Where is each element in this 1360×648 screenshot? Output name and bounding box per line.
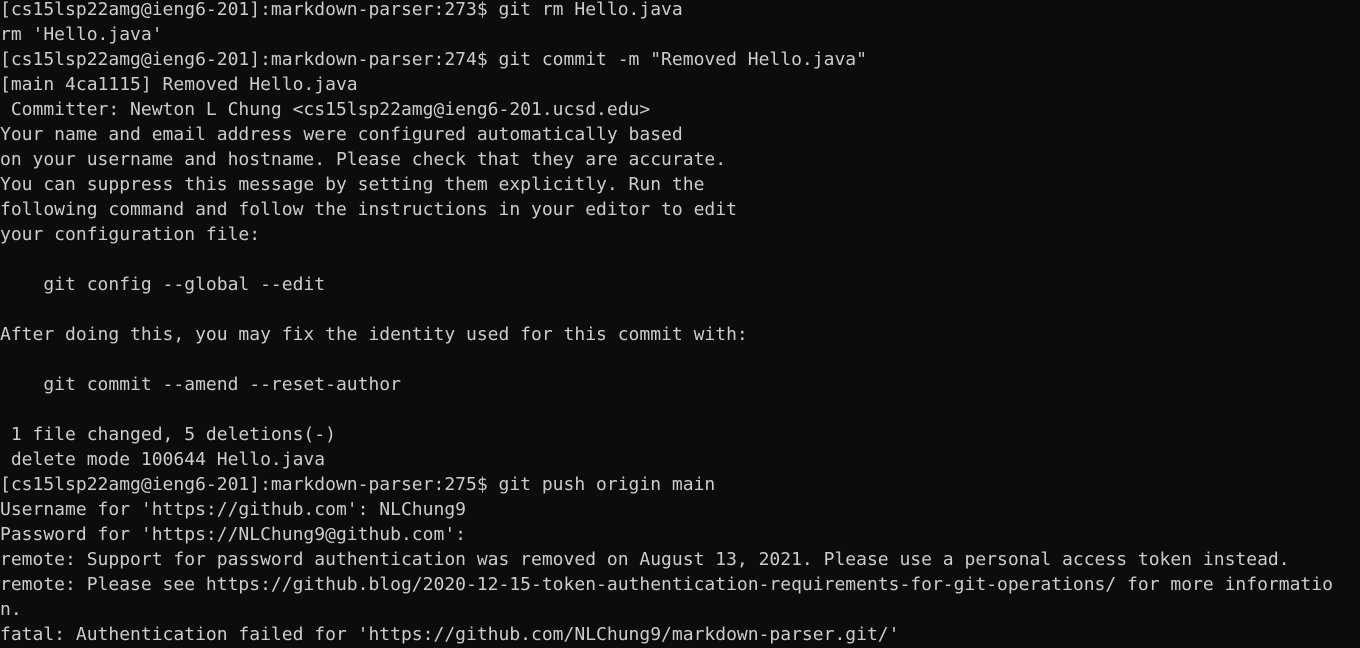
terminal-line-output: 1 file changed, 5 deletions(-)	[0, 424, 336, 445]
terminal-line-output: n.	[0, 599, 22, 620]
terminal-line-output: git commit --amend --reset-author	[0, 374, 401, 395]
terminal-line-output: remote: Support for password authenticat…	[0, 549, 1290, 570]
terminal-line-prompt: [cs15lsp22amg@ieng6-201]:markdown-parser…	[0, 474, 716, 495]
terminal-line-output: on your username and hostname. Please ch…	[0, 149, 727, 170]
terminal-line-output: git config --global --edit	[0, 274, 326, 295]
terminal-line-output: Username for 'https://github.com': NLChu…	[0, 499, 466, 520]
terminal-line-output: rm 'Hello.java'	[0, 24, 163, 45]
terminal-line-output: You can suppress this message by setting…	[0, 174, 705, 195]
terminal-line-error: fatal: Authentication failed for 'https:…	[0, 624, 900, 645]
terminal-line-prompt: [cs15lsp22amg@ieng6-201]:markdown-parser…	[0, 49, 867, 70]
terminal-line-output: Password for 'https://NLChung9@github.co…	[0, 524, 466, 545]
terminal-window[interactable]: [cs15lsp22amg@ieng6-201]:markdown-parser…	[0, 0, 1360, 645]
terminal-line-output: [main 4ca1115] Removed Hello.java	[0, 74, 358, 95]
terminal-line-output: Committer: Newton L Chung <cs15lsp22amg@…	[0, 99, 651, 120]
terminal-line-output: remote: Please see https://github.blog/2…	[0, 574, 1333, 595]
terminal-line-output: following command and follow the instruc…	[0, 199, 737, 220]
terminal-line-output: Your name and email address were configu…	[0, 124, 683, 145]
terminal-line-output: delete mode 100644 Hello.java	[0, 449, 326, 470]
terminal-line-output: After doing this, you may fix the identi…	[0, 324, 748, 345]
terminal-line-output: your configuration file:	[0, 224, 261, 245]
terminal-line-prompt: [cs15lsp22amg@ieng6-201]:markdown-parser…	[0, 0, 683, 20]
